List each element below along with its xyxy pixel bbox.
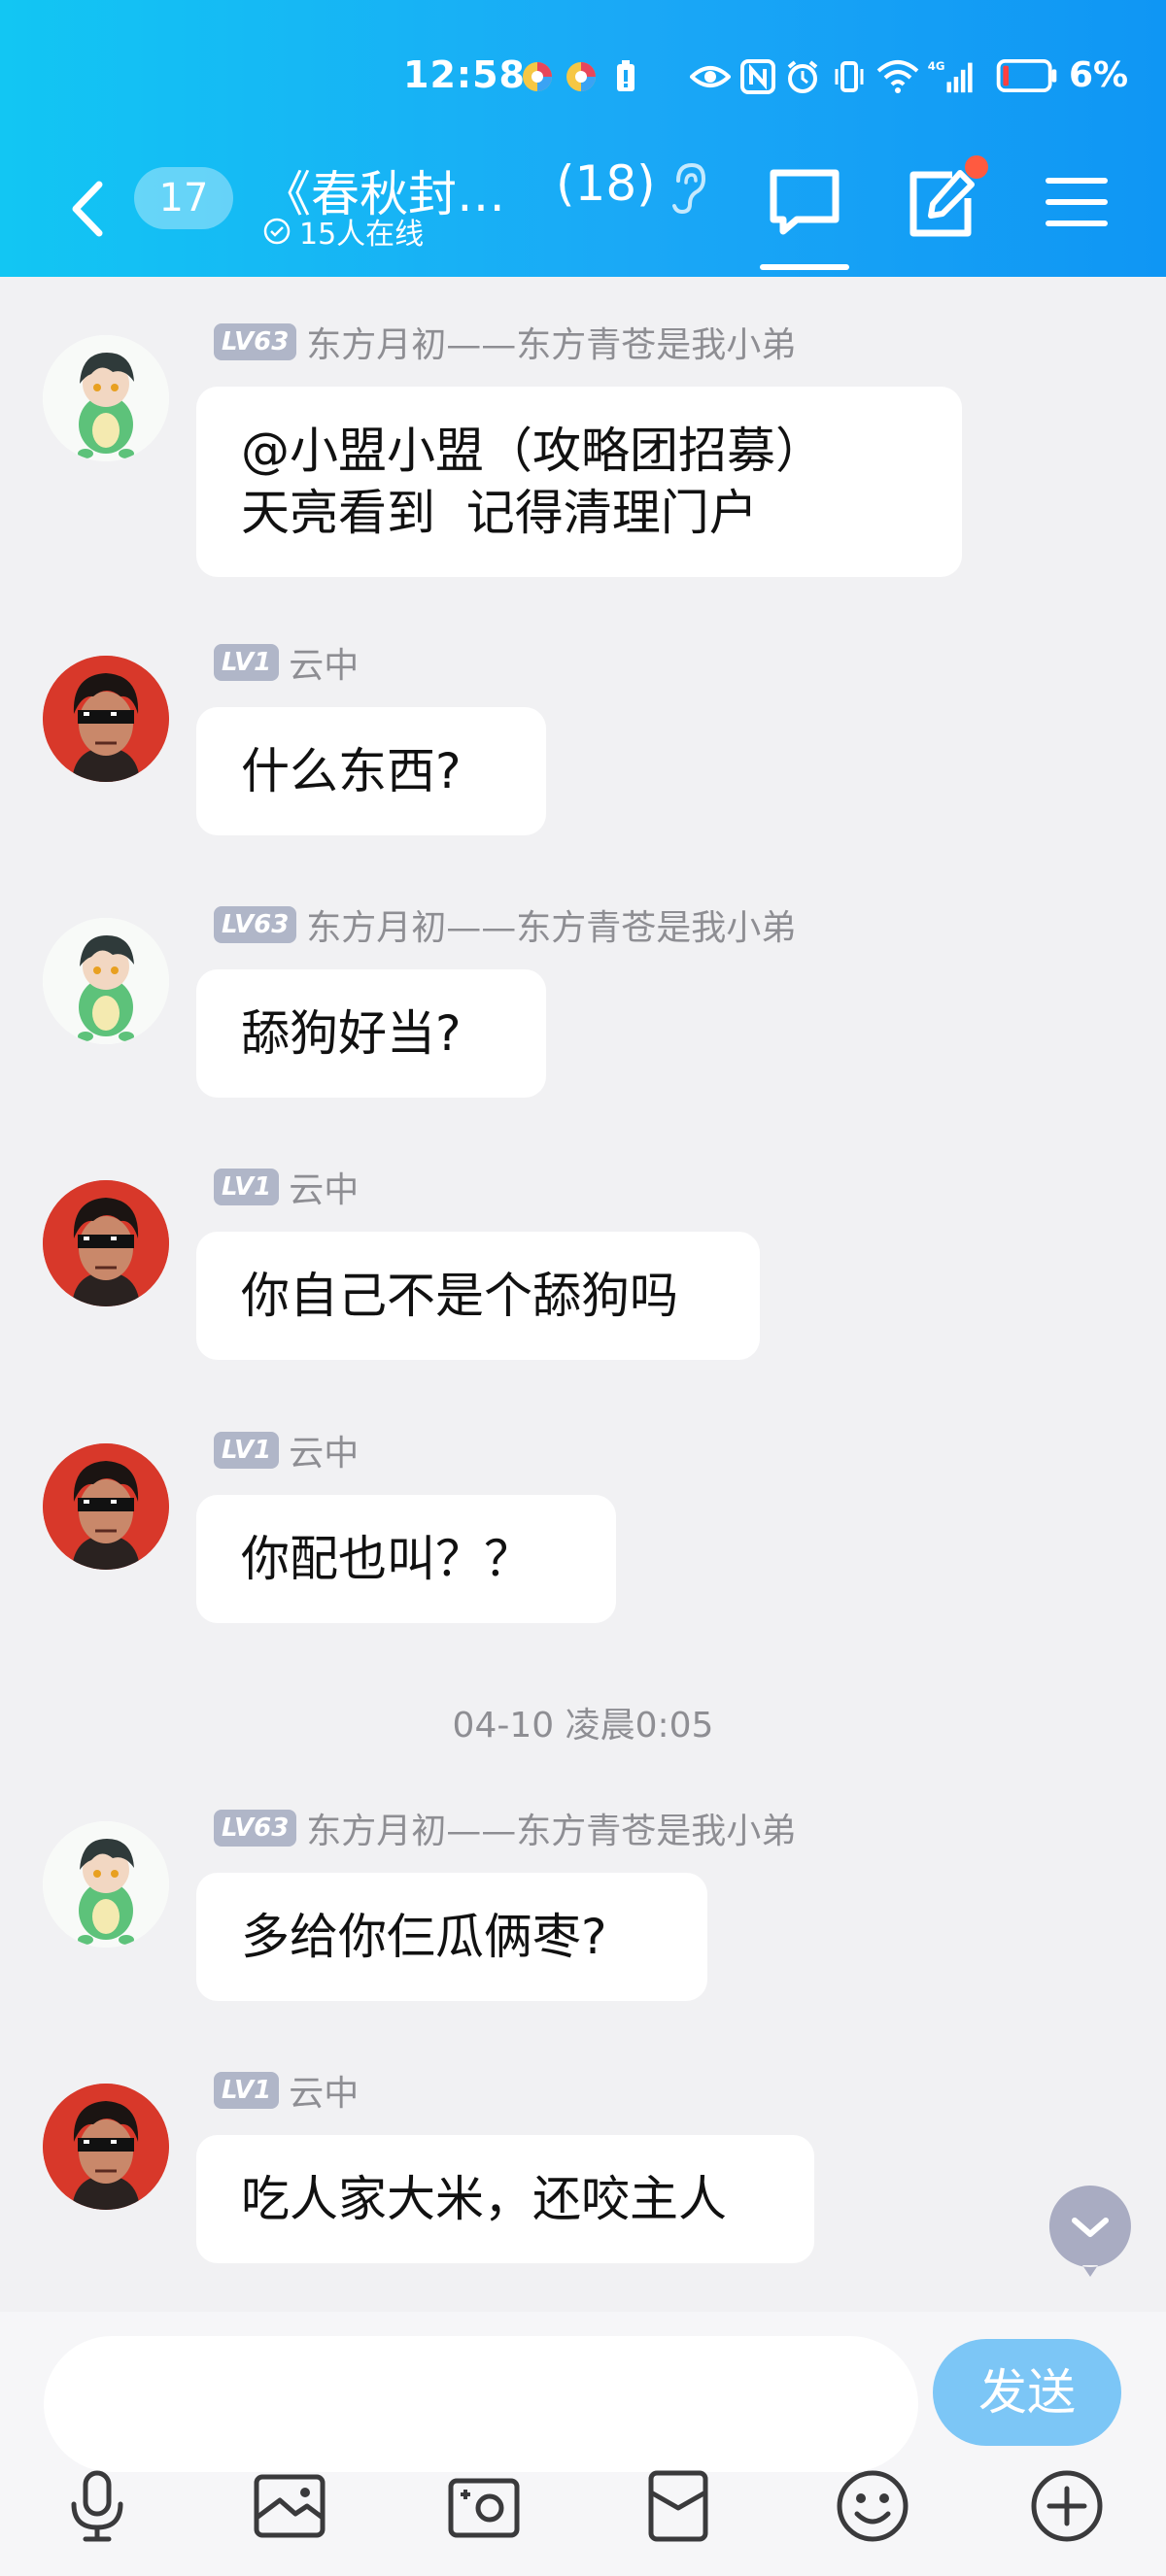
plus-icon[interactable] (1028, 2467, 1106, 2545)
eye-icon (690, 66, 731, 87)
message-bubble[interactable]: 舔狗好当? (196, 969, 546, 1098)
image-icon[interactable] (251, 2467, 328, 2545)
sunglasses-avatar-icon (43, 1180, 169, 1306)
active-tab-indicator (760, 264, 849, 270)
sender-meta: LV1 云中 (214, 641, 359, 686)
avatar[interactable] (43, 1821, 169, 1948)
message-bubble[interactable]: 吃人家大米，还咬主人 (196, 2135, 814, 2263)
svg-text:4G: 4G (928, 59, 945, 73)
member-count[interactable]: (18) (556, 155, 656, 212)
message-bubble[interactable]: @小盟小盟（攻略团招募） 天亮看到 记得清理门户 (196, 387, 962, 577)
sunglasses-avatar-icon (43, 2084, 169, 2210)
sunglasses-avatar-icon (43, 656, 169, 782)
camera-icon[interactable] (445, 2467, 523, 2545)
message-bubble[interactable]: 你配也叫？？ (196, 1495, 616, 1623)
sunglasses-avatar-icon (43, 1443, 169, 1570)
sender-meta: LV63 东方月初——东方青苍是我小弟 (214, 321, 796, 365)
vibrate-icon (835, 61, 864, 92)
sender-name[interactable]: 东方月初——东方青苍是我小弟 (306, 1803, 796, 1853)
avatar[interactable] (43, 918, 169, 1044)
level-badge: LV1 (214, 1169, 280, 1205)
green-dino-avatar-icon (43, 918, 169, 1044)
header: 12:58 4G 6% 17 《春秋封… (18) 15人在线 (0, 0, 1166, 277)
level-badge: LV1 (214, 1432, 280, 1469)
message-bubble[interactable]: 多给你仨瓜俩枣? (196, 1873, 707, 2001)
sender-name[interactable]: 云中 (289, 1162, 359, 1212)
green-dino-avatar-icon (43, 1821, 169, 1948)
message-bubble[interactable]: 什么东西? (196, 707, 546, 835)
message-bubble[interactable]: 你自己不是个舔狗吗 (196, 1232, 760, 1360)
microphone-icon[interactable] (58, 2467, 136, 2545)
composer: 发送 (0, 2312, 1166, 2576)
unread-count-badge[interactable]: 17 (134, 167, 233, 229)
chat-nav-bar: 17 《春秋封… (18) 15人在线 (0, 155, 1166, 272)
emoji-icon[interactable] (834, 2467, 911, 2545)
alarm-icon (787, 60, 818, 93)
level-badge: LV1 (214, 2072, 280, 2109)
red-packet-icon[interactable] (639, 2467, 717, 2545)
avatar[interactable] (43, 1180, 169, 1306)
green-dino-avatar-icon (43, 335, 169, 461)
level-badge: LV1 (214, 644, 280, 681)
online-status: 15人在线 (262, 210, 424, 253)
avatar[interactable] (43, 335, 169, 461)
app-notification-icon (566, 62, 596, 91)
online-count-label: 15人在线 (299, 218, 425, 252)
scroll-to-bottom-button[interactable] (1047, 2184, 1133, 2281)
sender-name[interactable]: 云中 (289, 637, 359, 688)
ear-icon[interactable] (669, 161, 707, 216)
sender-name[interactable]: 云中 (289, 1425, 359, 1475)
nfc-icon (740, 59, 775, 94)
status-bar: 12:58 4G 6% (0, 53, 1166, 102)
sender-name[interactable]: 东方月初——东方青苍是我小弟 (306, 317, 796, 367)
wifi-icon (876, 60, 919, 93)
status-time: 12:58 (403, 53, 526, 96)
app-notification-icon (523, 62, 552, 91)
sender-meta: LV63 东方月初——东方青苍是我小弟 (214, 1807, 796, 1851)
sender-meta: LV1 云中 (214, 2069, 359, 2114)
level-badge: LV63 (214, 1810, 297, 1847)
notification-dot (965, 155, 988, 179)
message-list[interactable]: LV63 东方月初——东方青苍是我小弟 @小盟小盟（攻略团招募） 天亮看到 记得… (0, 277, 1166, 2312)
chat-tab-icon[interactable] (768, 165, 841, 239)
sender-name[interactable]: 东方月初——东方青苍是我小弟 (306, 899, 796, 950)
battery-percent: 6% (1069, 55, 1129, 95)
avatar[interactable] (43, 2084, 169, 2210)
level-badge: LV63 (214, 323, 297, 360)
sender-name[interactable]: 云中 (289, 2065, 359, 2116)
sender-meta: LV1 云中 (214, 1166, 359, 1210)
signal-icon: 4G (928, 59, 973, 93)
avatar[interactable] (43, 656, 169, 782)
avatar[interactable] (43, 1443, 169, 1570)
level-badge: LV63 (214, 906, 297, 943)
battery-icon (996, 58, 1057, 93)
back-icon[interactable] (58, 165, 117, 253)
battery-alert-icon (617, 60, 634, 91)
menu-icon[interactable] (1045, 173, 1109, 231)
sender-meta: LV63 东方月初——东方青苍是我小弟 (214, 903, 796, 948)
send-button[interactable]: 发送 (933, 2339, 1121, 2446)
check-circle-icon (263, 218, 291, 245)
timestamp-divider: 04-10 凌晨0:05 (452, 1706, 714, 1746)
sender-meta: LV1 云中 (214, 1429, 359, 1474)
message-input[interactable] (44, 2336, 918, 2472)
